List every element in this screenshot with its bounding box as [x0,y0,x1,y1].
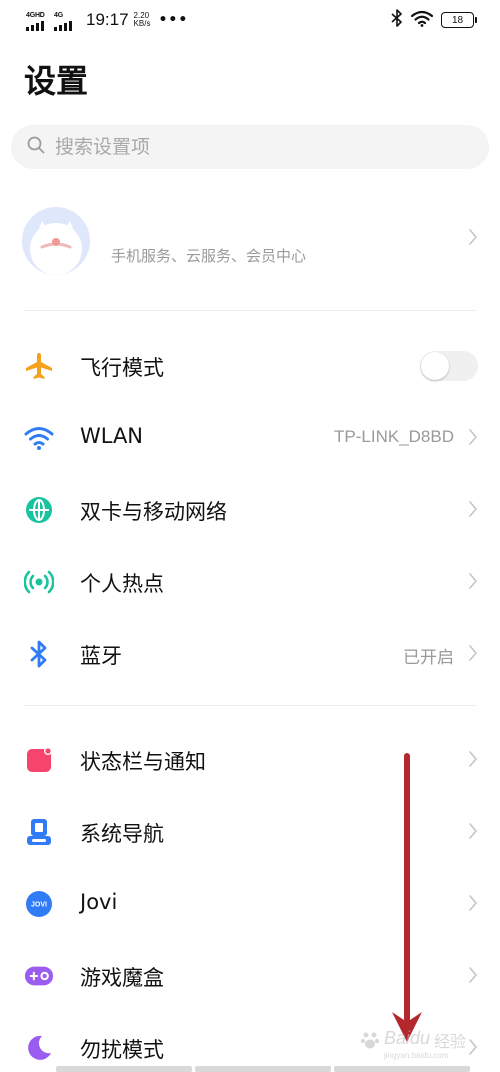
hotspot-icon [24,567,54,597]
status-time: 19:17 [86,10,129,29]
settings-row-label: WLAN [80,424,144,448]
search-icon [27,136,45,158]
bluetooth-status-icon [391,9,403,31]
chevron-right-icon [468,500,478,522]
sim1-signal-icon: 4GHD [26,6,50,34]
status-bar: 4GHD 4G 19:17 2.20 KB/s ••• 18 [0,0,500,40]
settings-row-label: Jovi [80,890,118,914]
chevron-right-icon [468,966,478,988]
avatar[interactable] [22,207,90,275]
watermark-brand: Baidu [384,1028,431,1048]
chevron-right-icon [468,228,478,250]
bluetooth-icon [24,639,54,669]
bottom-edge [0,1066,500,1072]
airplane-mode-toggle[interactable] [420,351,478,381]
network-speed-unit: KB/s [133,19,151,28]
settings-row-airplane-mode[interactable]: 飞行模式 [0,330,500,402]
jovi-icon-text: JOVI [31,902,47,909]
settings-row-label: 勿扰模式 [80,1038,164,1062]
settings-row-label: 飞行模式 [80,356,164,380]
settings-row-label: 状态栏与通知 [80,750,206,774]
wifi-status-icon [410,10,434,31]
jovi-icon: JOVI [24,889,54,919]
more-notifications-icon: ••• [158,12,189,28]
page-title: 设置 [24,62,89,100]
chevron-right-icon [468,644,478,666]
game-box-icon [24,961,54,991]
paw-icon [360,1030,380,1054]
settings-row-dual-sim[interactable]: 双卡与移动网络 [0,474,500,546]
network-speed: 2.20 KB/s [134,12,151,28]
navigation-icon [24,817,54,847]
settings-row-hotspot[interactable]: 个人热点 [0,546,500,618]
account-row[interactable]: 手机服务、云服务、会员中心 [0,200,500,288]
moon-icon [24,1033,54,1063]
chevron-right-icon [468,822,478,844]
sim2-label: 4G [54,12,63,19]
airplane-icon [24,351,54,381]
sim1-label: 4GHD [26,12,45,19]
battery-icon: 18 [441,12,477,28]
settings-row-label: 蓝牙 [80,644,122,668]
globe-icon [24,495,54,525]
chevron-right-icon [468,428,478,450]
account-subtitle: 手机服务、云服务、会员中心 [111,247,307,265]
chevron-right-icon [468,750,478,772]
chevron-right-icon [468,894,478,916]
settings-row-label: 个人热点 [80,572,164,596]
search-bar[interactable] [11,125,489,169]
settings-row-label: 游戏魔盒 [80,966,164,990]
wlan-network-name: TP-LINK_D8BD [334,427,454,446]
sim2-signal-icon: 4G [54,6,78,34]
settings-row-wlan[interactable]: WLAN TP-LINK_D8BD [0,402,500,474]
notification-icon [24,745,54,775]
watermark-url: jingyan.baidu.com [384,1051,449,1060]
divider [24,705,476,706]
scroll-down-arrow-annotation [392,753,422,1042]
wifi-icon [24,423,54,453]
watermark-suffix: 经验 [434,1032,467,1051]
divider [24,310,476,311]
settings-row-bluetooth[interactable]: 蓝牙 已开启 [0,618,500,690]
settings-row-label: 系统导航 [80,822,164,846]
search-input[interactable] [55,136,435,158]
bluetooth-status: 已开启 [403,648,454,667]
chevron-right-icon [468,572,478,594]
settings-row-label: 双卡与移动网络 [80,500,227,524]
watermark-logo: Baidu 经验 jingyan.baidu.com [356,1026,486,1066]
